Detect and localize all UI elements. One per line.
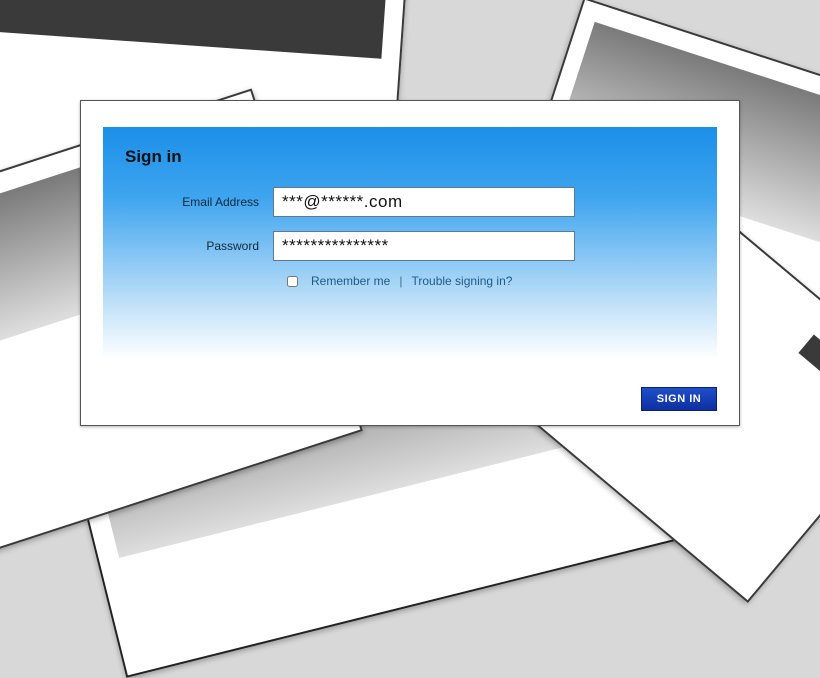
signin-gradient-box: Sign in Email Address Password Remember … [103,127,717,359]
email-row: Email Address [123,187,575,217]
remember-me-checkbox[interactable] [287,276,298,287]
signin-title: Sign in [125,147,182,167]
signin-panel: Sign in Email Address Password Remember … [80,100,740,426]
background-button-label: N IN [798,335,820,415]
signin-button[interactable]: SIGN IN [641,387,717,411]
trouble-signin-link[interactable]: Trouble signing in? [411,274,512,288]
options-divider: | [399,274,402,288]
options-row: Remember me | Trouble signing in? [287,274,512,288]
password-field[interactable] [273,231,575,261]
email-field[interactable] [273,187,575,217]
remember-me-label[interactable]: Remember me [311,274,390,288]
email-label: Email Address [123,195,273,209]
background-bar [0,0,390,59]
password-label: Password [123,239,273,253]
password-row: Password [123,231,575,261]
